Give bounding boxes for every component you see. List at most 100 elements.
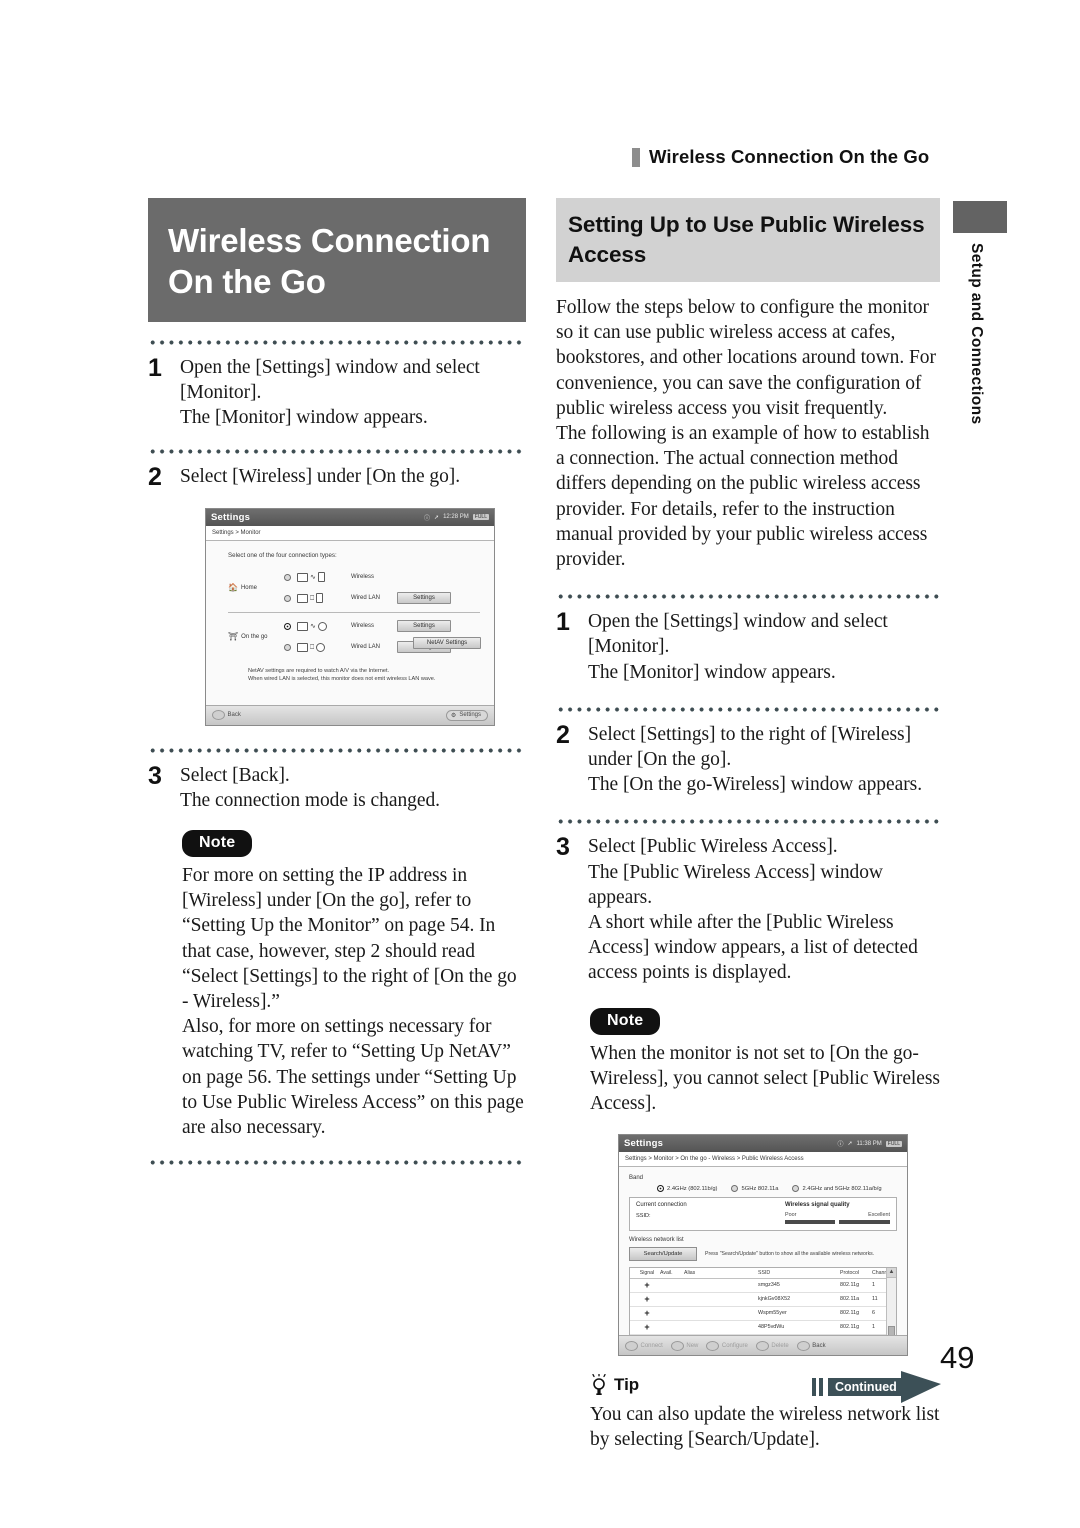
signal-quality-bar — [785, 1219, 890, 1225]
delete-icon — [755, 1340, 769, 1351]
settings-button-home-wired[interactable]: Settings — [397, 592, 451, 605]
battery-icon: FULL — [885, 1140, 902, 1147]
connection-name: Wireless — [351, 623, 375, 630]
signal-quality-label: Wireless signal quality — [785, 1202, 850, 1209]
band-option-label: 2.4GHz (802.11b/g) — [667, 1185, 718, 1192]
connection-row-home-wireless[interactable]: ∿ Wireless — [284, 567, 480, 588]
configure-icon — [706, 1340, 720, 1351]
connection-row-home-wired[interactable]: ⎕ Wired LAN Settings — [284, 588, 480, 609]
current-connection-info: Current connection SSID: — [636, 1202, 687, 1224]
screenshot-titlebar: Settings ⓘ ➚ 12:28 PM FULL — [206, 508, 494, 526]
back-button[interactable]: Back — [796, 1340, 826, 1351]
settings-button-onthego-wireless[interactable]: Settings — [397, 620, 451, 633]
signal-icon: + — [644, 1293, 650, 1304]
band-option-dual[interactable]: 2.4GHz and 5GHz 802.11a/b/g — [792, 1185, 882, 1193]
radio-onthego-wired[interactable] — [284, 643, 291, 651]
continued-label: Continued — [828, 1378, 902, 1396]
col-header-alias: Alias — [684, 1269, 696, 1276]
band-option-24[interactable]: 2.4GHz (802.11b/g) — [657, 1185, 718, 1193]
left-column: Wireless Connection On the Go 1 Open the… — [148, 198, 526, 1175]
step-number: 2 — [148, 462, 162, 491]
signal-icon: + — [644, 1279, 650, 1290]
connect-icon — [625, 1340, 638, 1351]
continued-bars — [812, 1378, 823, 1396]
divider — [556, 706, 940, 712]
col-header-ssid: SSID — [758, 1269, 771, 1276]
delete-button[interactable]: Delete — [755, 1340, 789, 1351]
cell-protocol: 802.11g — [840, 1310, 860, 1317]
connection-type-grid: 🏠 Home ∿ Wireless ⎕ Wired LAN Settings ⛩… — [228, 567, 481, 658]
wired-link-icon: ⎕ — [310, 643, 315, 651]
device-icon — [316, 642, 326, 652]
band-option-5[interactable]: 5GHz 802.11a — [731, 1185, 778, 1193]
step-line: A short while after the [Public Wireless… — [588, 912, 918, 984]
step-text: Select [Back]. The connection mode is ch… — [180, 763, 440, 813]
intro-paragraph: Follow the steps below to configure the … — [556, 297, 936, 419]
screenshot-note-line: When wired LAN is selected, this monitor… — [248, 676, 436, 683]
network-list-label: Wireless network list — [629, 1236, 684, 1243]
screenshot-public-wireless-window: Settings ⓘ ➚ 11:38 PM FULL Settings > Mo… — [618, 1134, 908, 1357]
wireless-icon: ➚ — [847, 1141, 853, 1148]
radio-band-24[interactable] — [657, 1185, 664, 1193]
current-connection-ssid: SSID: — [636, 1213, 651, 1220]
connect-button[interactable]: Connect — [625, 1340, 663, 1351]
scroll-up-icon[interactable]: ▲ — [887, 1267, 896, 1278]
divider — [148, 340, 526, 345]
radio-home-wireless[interactable] — [284, 573, 291, 581]
back-button[interactable]: Back — [212, 710, 241, 721]
search-update-row: Search/Update Press "Search/Update" butt… — [629, 1246, 897, 1261]
table-row[interactable]: + kjnkGv08X52 802.11a 11 — [630, 1293, 896, 1307]
side-tab-block — [953, 201, 1007, 233]
step-number: 3 — [556, 833, 570, 862]
connect-label: Connect — [640, 1342, 663, 1349]
settings-label: Settings — [459, 712, 481, 719]
connection-name: Wired LAN — [351, 595, 381, 602]
table-row[interactable]: + 48P5vdWu 802.11g 1 — [630, 1321, 896, 1335]
connection-row-onthego-wireless[interactable]: ∿ Wireless Settings — [284, 616, 480, 637]
note-badge: Note — [182, 830, 253, 858]
netav-settings-button[interactable]: NetAV Settings — [413, 636, 481, 649]
device-icon — [316, 593, 324, 604]
table-row[interactable]: + Wspm55yer 802.11g 6 — [630, 1307, 896, 1321]
step-item: 2 Select [Wireless] under [On the go]. — [148, 464, 526, 490]
info-icon: ⓘ — [837, 1142, 844, 1149]
radio-band-dual[interactable] — [792, 1185, 800, 1193]
step-line: The [Public Wireless Access] window appe… — [588, 861, 883, 908]
configure-button[interactable]: Configure — [706, 1340, 748, 1351]
search-update-button[interactable]: Search/Update — [629, 1246, 697, 1261]
step-line: Open the [Settings] window and select [M… — [588, 611, 888, 658]
group-divider — [228, 611, 480, 613]
screenshot-monitor-window: Settings ⓘ ➚ 12:28 PM FULL Settings > Mo… — [205, 507, 495, 726]
lightbulb-icon — [590, 1373, 608, 1396]
page-number: 49 — [940, 1340, 975, 1375]
radio-onthego-wireless[interactable] — [284, 622, 291, 630]
divider — [556, 819, 940, 825]
new-button[interactable]: New — [670, 1340, 698, 1351]
step-text: Open the [Settings] window and select [M… — [588, 609, 940, 685]
step-item: 1 Open the [Settings] window and select … — [556, 609, 940, 685]
step-item: 3 Select [Back]. The connection mode is … — [148, 763, 526, 813]
settings-shortcut-button[interactable]: ⚙ Settings — [445, 709, 488, 721]
search-hint-text: Press "Search/Update" button to show all… — [705, 1250, 875, 1257]
step-line: Select [Public Wireless Access]. — [588, 836, 838, 858]
monitor-icon — [297, 593, 308, 603]
step-text: Open the [Settings] window and select [M… — [180, 355, 526, 431]
running-head-marker — [632, 147, 640, 167]
radio-home-wired[interactable] — [284, 594, 291, 602]
instruction-text: Select one of the four connection types: — [228, 551, 337, 559]
cell-protocol: 802.11g — [840, 1324, 860, 1331]
screenshot-status-area: ⓘ ➚ 12:28 PM FULL — [424, 513, 489, 522]
back-label: Back — [812, 1342, 826, 1349]
radio-band-5[interactable] — [731, 1185, 739, 1193]
step-line: The [Monitor] window appears. — [180, 407, 428, 429]
screenshot-title: Settings — [211, 511, 251, 523]
step-line: Open the [Settings] window and select [M… — [180, 357, 480, 404]
step-item: 3 Select [Public Wireless Access]. The [… — [556, 834, 940, 985]
col-header-protocol: Protocol — [840, 1269, 860, 1276]
wireless-icon: ➚ — [434, 514, 440, 521]
table-row[interactable]: + smgz345 802.11g 1 — [630, 1279, 896, 1293]
step-item: 2 Select [Settings] to the right of [Wir… — [556, 722, 940, 798]
continued-banner: Continued — [812, 1371, 941, 1403]
monitor-icon — [297, 621, 308, 631]
monitor-icon — [297, 642, 308, 652]
